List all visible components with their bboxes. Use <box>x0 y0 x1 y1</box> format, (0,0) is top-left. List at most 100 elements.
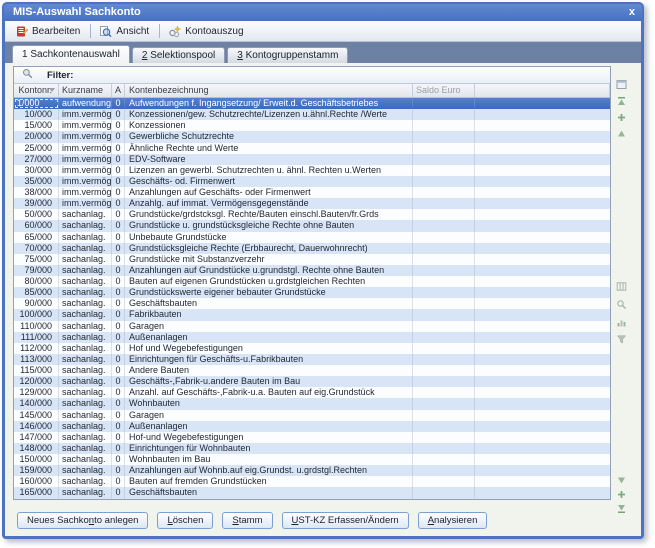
table-row[interactable]: 65/000 sachanlag. 0 Unbebaute Grundstück… <box>14 232 610 243</box>
table-row[interactable]: 85/000 sachanlag. 0 Grundstückswerte eig… <box>14 287 610 298</box>
table-row[interactable]: 111/000 sachanlag. 0 Außenanlagen <box>14 332 610 343</box>
cell-saldo-euro <box>413 410 475 421</box>
nav-last-record-icon[interactable] <box>616 501 627 512</box>
table-row[interactable]: 1/000 aufwendung 0 Aufwendungen f. Ingan… <box>14 98 610 109</box>
vat-code-button[interactable]: UST-KZ Erfassen/Ändern <box>282 512 409 529</box>
cell-kontenbezeichnung: Einrichtungen für Geschäfts-u.Fabrikbaut… <box>125 354 413 365</box>
column-header-kurzname[interactable]: Kurzname <box>59 84 112 97</box>
nav-first-record-icon[interactable] <box>616 94 627 105</box>
table-row[interactable]: 145/000 sachanlag. 0 Garagen <box>14 410 610 421</box>
cell-kurzname: aufwendung <box>59 98 112 109</box>
table-row[interactable]: 113/000 sachanlag. 0 Einrichtungen für G… <box>14 354 610 365</box>
cell-kontonr: 159/000 <box>14 465 59 476</box>
cell-kontenbezeichnung: Garagen <box>125 321 413 332</box>
table-row[interactable]: 35/000 imm.vermög 0 Geschäfts- od. Firme… <box>14 176 610 187</box>
table-row[interactable]: 165/000 sachanlag. 0 Geschäftsbauten <box>14 487 610 498</box>
master-data-button[interactable]: Stamm <box>222 512 272 529</box>
table-row[interactable]: 25/000 imm.vermög 0 Ähnliche Rechte und … <box>14 143 610 154</box>
toolbar-button-kontoauszug[interactable]: Kontoauszug <box>164 23 249 40</box>
table-row[interactable]: 75/000 sachanlag. 0 Grundstücke mit Subs… <box>14 254 610 265</box>
table-row[interactable]: 80/000 sachanlag. 0 Bauten auf eigenen G… <box>14 276 610 287</box>
table-row[interactable]: 129/000 sachanlag. 0 Anzahl. auf Geschäf… <box>14 387 610 398</box>
table-row[interactable]: 148/000 sachanlag. 0 Einrichtungen für W… <box>14 443 610 454</box>
cell-saldo-euro <box>413 365 475 376</box>
tab-selektionspool[interactable]: 2 Selektionspool <box>132 47 225 63</box>
analyze-button[interactable]: Analysieren <box>418 512 488 529</box>
column-header-kontonr[interactable]: Kontonr. <box>14 84 59 97</box>
table-row[interactable]: 150/000 sachanlag. 0 Wohnbauten im Bau <box>14 454 610 465</box>
cell-saldo-euro <box>413 176 475 187</box>
cell-saldo-euro <box>413 376 475 387</box>
table-row[interactable]: 15/000 imm.vermög 0 Konzessionen <box>14 120 610 131</box>
cell-kontenbezeichnung: Andere Bauten <box>125 365 413 376</box>
nav-insert-icon[interactable] <box>616 110 627 121</box>
table-row[interactable]: 70/000 sachanlag. 0 Grundstücksgleiche R… <box>14 243 610 254</box>
cell-filler <box>475 120 610 131</box>
tab-label: Selektionspool <box>150 50 215 61</box>
cell-kurzname: imm.vermög <box>59 176 112 187</box>
table-row[interactable]: 140/000 sachanlag. 0 Wohnbauten <box>14 398 610 409</box>
toolbar-button-bearbeiten[interactable]: Bearbeiten <box>11 23 86 40</box>
table-row[interactable]: 20/000 imm.vermög 0 Gewerbliche Schutzre… <box>14 131 610 142</box>
cell-saldo-euro <box>413 154 475 165</box>
close-icon[interactable]: x <box>629 4 635 21</box>
column-chooser-icon[interactable] <box>616 77 627 88</box>
search-icon[interactable] <box>616 297 627 308</box>
chart-icon[interactable] <box>616 315 627 326</box>
cell-a: 0 <box>112 209 125 220</box>
cell-kurzname: sachanlag. <box>59 376 112 387</box>
table-row[interactable]: 50/000 sachanlag. 0 Grundstücke/grdstcks… <box>14 209 610 220</box>
table-row[interactable]: 110/000 sachanlag. 0 Garagen <box>14 321 610 332</box>
table-row[interactable]: 160/000 sachanlag. 0 Bauten auf fremden … <box>14 476 610 487</box>
table-row[interactable]: 115/000 sachanlag. 0 Andere Bauten <box>14 365 610 376</box>
cell-kontonr: 100/000 <box>14 309 59 320</box>
cell-filler <box>475 432 610 443</box>
table-row[interactable]: 100/000 sachanlag. 0 Fabrikbauten <box>14 309 610 320</box>
table-row[interactable]: 30/000 imm.vermög 0 Lizenzen an gewerbl.… <box>14 165 610 176</box>
table-row[interactable]: 10/000 imm.vermög 0 Konzessionen/gew. Sc… <box>14 109 610 120</box>
column-header-saldo-euro[interactable]: Saldo Euro <box>413 84 475 97</box>
column-header-a[interactable]: A <box>112 84 125 97</box>
tab-kontogruppenstamm[interactable]: 3 Kontogruppenstamm <box>227 47 348 63</box>
filter-row[interactable]: Filter: <box>14 67 610 84</box>
cell-kontenbezeichnung: Aufwendungen f. Ingangsetzung/ Erweit.d.… <box>125 98 413 109</box>
table-row[interactable]: 120/000 sachanlag. 0 Geschäfts-,Fabrik-u… <box>14 376 610 387</box>
cell-kontonr: 15/000 <box>14 120 59 131</box>
cell-kurzname: sachanlag. <box>59 232 112 243</box>
table-row[interactable]: 39/000 imm.vermög 0 Anzahlg. auf immat. … <box>14 198 610 209</box>
cell-kontonr: 20/000 <box>14 131 59 142</box>
toolbar-button-ansicht[interactable]: Ansicht <box>95 23 155 40</box>
cell-kontonr: 111/000 <box>14 332 59 343</box>
table-row[interactable]: 90/000 sachanlag. 0 Geschäftsbauten <box>14 298 610 309</box>
nav-prior-record-icon[interactable] <box>616 126 627 137</box>
column-header-kontenbezeichnung[interactable]: Kontenbezeichnung <box>125 84 413 97</box>
cell-a: 0 <box>112 410 125 421</box>
new-account-button[interactable]: Neues Sachkonto anlegen <box>17 512 148 529</box>
cell-kontonr: 115/000 <box>14 365 59 376</box>
table-row[interactable]: 38/000 imm.vermög 0 Anzahlungen auf Gesc… <box>14 187 610 198</box>
cell-saldo-euro <box>413 187 475 198</box>
table-row[interactable]: 159/000 sachanlag. 0 Anzahlungen auf Woh… <box>14 465 610 476</box>
sort-indicator-icon[interactable] <box>49 88 55 92</box>
cell-a: 0 <box>112 98 125 109</box>
cell-a: 0 <box>112 109 125 120</box>
view-icon <box>99 25 112 38</box>
table-row[interactable]: 27/000 imm.vermög 0 EDV-Software <box>14 154 610 165</box>
columns-icon[interactable] <box>616 279 627 290</box>
cell-kurzname: imm.vermög <box>59 154 112 165</box>
table-row[interactable]: 60/000 sachanlag. 0 Grundstücke u. grund… <box>14 220 610 231</box>
table-row[interactable]: 112/000 sachanlag. 0 Hof und Wegebefesti… <box>14 343 610 354</box>
table-row[interactable]: 147/000 sachanlag. 0 Hof-und Wegebefesti… <box>14 432 610 443</box>
table-row[interactable]: 146/000 sachanlag. 0 Außenanlagen <box>14 421 610 432</box>
cell-a: 0 <box>112 220 125 231</box>
table-row[interactable]: 79/000 sachanlag. 0 Anzahlungen auf Grun… <box>14 265 610 276</box>
cell-saldo-euro <box>413 354 475 365</box>
nav-append-icon[interactable] <box>616 487 627 498</box>
tab-sachkontenauswahl[interactable]: 1 Sachkontenauswahl <box>12 45 130 63</box>
delete-button[interactable]: Löschen <box>157 512 213 529</box>
nav-next-record-icon[interactable] <box>616 473 627 484</box>
window-title: MIS-Auswahl Sachkonto <box>13 6 141 18</box>
cell-kurzname: sachanlag. <box>59 354 112 365</box>
filter-funnel-icon[interactable] <box>616 332 627 343</box>
cell-kontenbezeichnung: Wohnbauten <box>125 398 413 409</box>
